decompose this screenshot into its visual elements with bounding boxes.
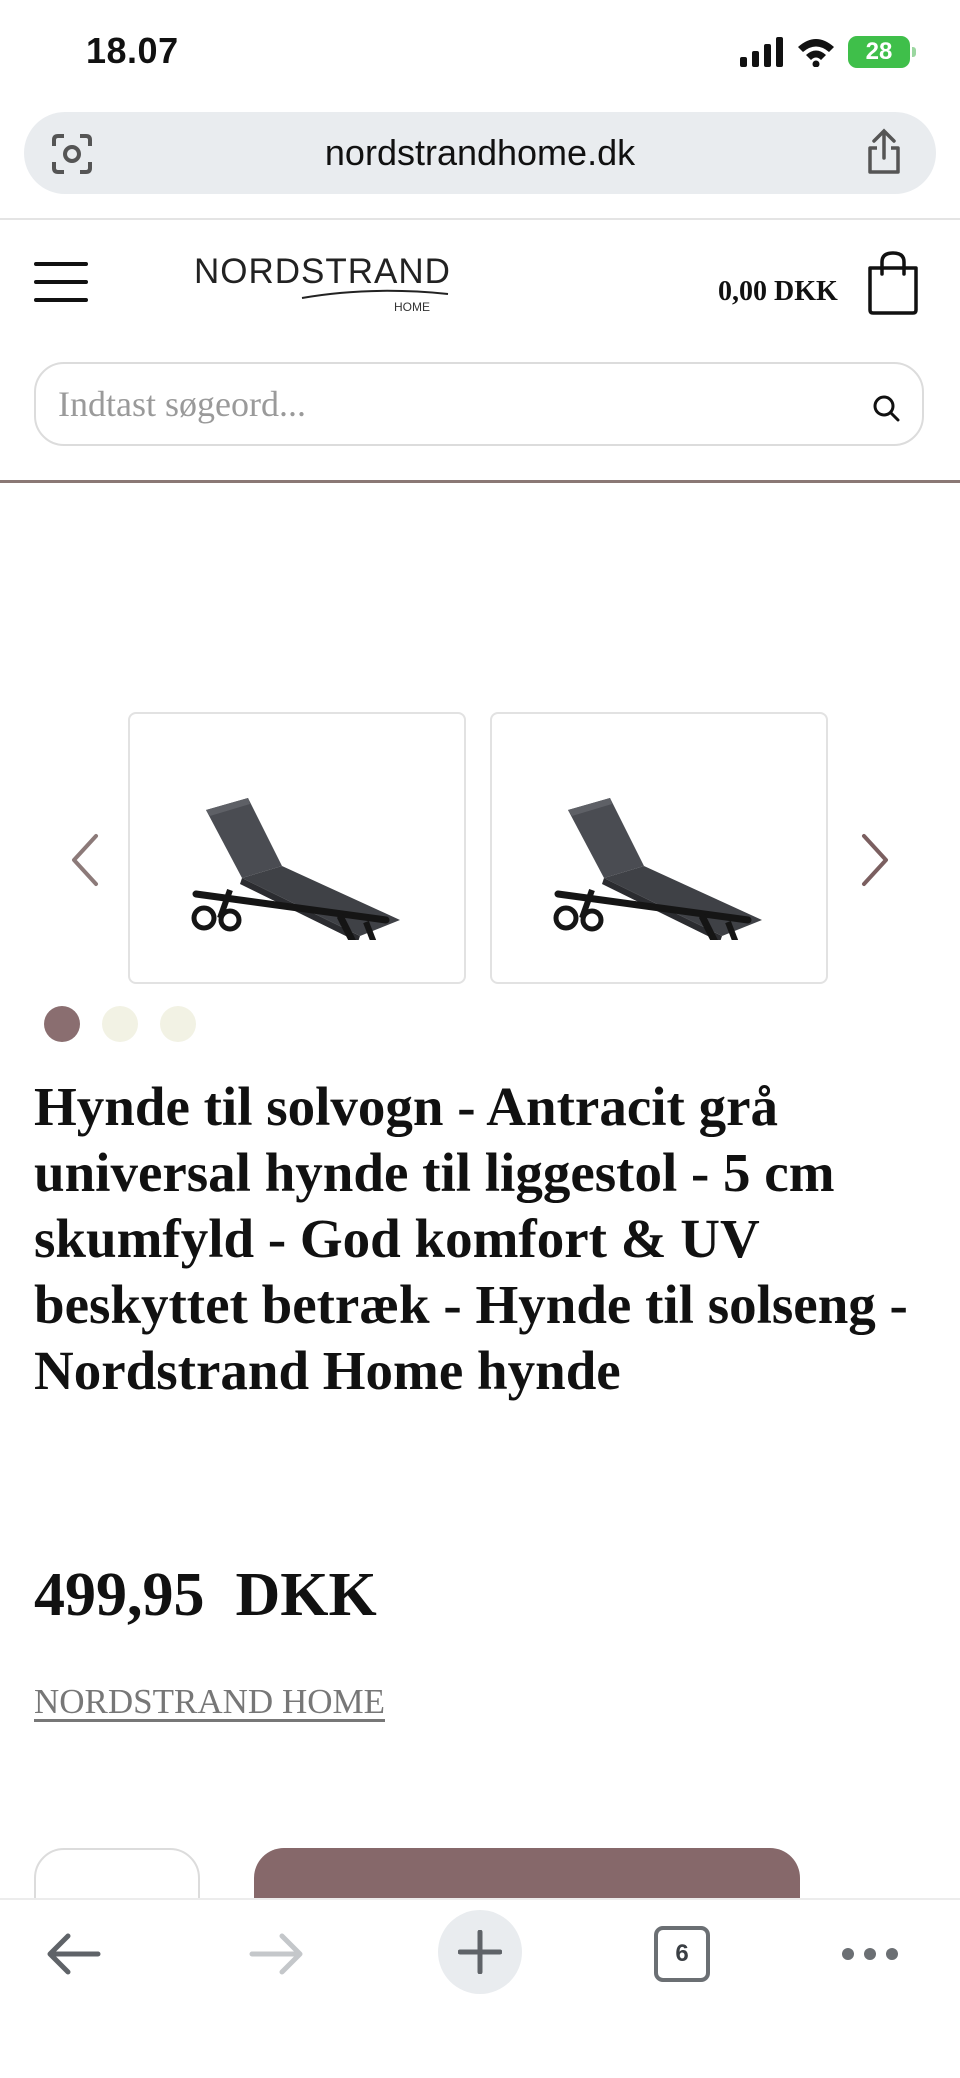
browser-toolbar: 6 — [0, 1898, 960, 2078]
status-icons: 28 — [740, 34, 916, 70]
site-logo[interactable]: NORDSTRAND HOME — [190, 248, 450, 320]
gallery-thumbnail[interactable] — [128, 712, 466, 984]
browser-divider — [0, 218, 960, 220]
battery-level: 28 — [865, 38, 893, 65]
hamburger-line — [34, 280, 88, 284]
wifi-icon — [798, 39, 834, 67]
gallery-pagination — [44, 1006, 196, 1042]
tabs-icon[interactable]: 6 — [654, 1926, 710, 1982]
menu-button[interactable] — [34, 262, 88, 306]
gallery-thumbnail[interactable] — [490, 712, 828, 984]
search-input[interactable] — [56, 374, 836, 434]
address-bar[interactable]: nordstrandhome.dk — [24, 112, 936, 194]
cart-total[interactable]: 0,00 DKK — [718, 276, 838, 308]
more-icon[interactable] — [842, 1948, 898, 1960]
search-icon[interactable] — [872, 394, 900, 422]
sun-lounger-image — [553, 798, 762, 940]
header-divider — [0, 480, 960, 483]
pagination-dot[interactable] — [160, 1006, 196, 1042]
share-icon[interactable] — [864, 128, 904, 176]
logo-wordmark: NORDSTRAND — [194, 252, 451, 291]
pagination-dot[interactable] — [102, 1006, 138, 1042]
hamburger-line — [34, 298, 88, 302]
back-icon[interactable] — [44, 1930, 102, 1978]
url-text[interactable]: nordstrandhome.dk — [24, 132, 936, 174]
plus-icon — [458, 1930, 502, 1974]
signal-icon — [740, 37, 783, 67]
new-tab-button[interactable] — [438, 1910, 522, 1994]
status-time: 18.07 — [86, 30, 179, 71]
status-bar: 18.07 28 — [0, 0, 960, 108]
logo-subtitle: HOME — [394, 300, 430, 314]
hamburger-line — [34, 262, 88, 266]
pagination-dot-active[interactable] — [44, 1006, 80, 1042]
gallery-next-icon[interactable] — [854, 830, 894, 890]
gallery-prev-icon[interactable] — [66, 830, 106, 890]
product-title: Hynde til solvogn - Antracit grå univers… — [34, 1076, 908, 1401]
battery-icon: 28 — [848, 36, 916, 68]
brand-link[interactable]: NORDSTRAND HOME — [34, 1682, 385, 1722]
more-dot — [864, 1948, 876, 1960]
product-price: 499,95 DKK — [34, 1561, 377, 1629]
forward-icon[interactable] — [248, 1930, 306, 1978]
more-dot — [842, 1948, 854, 1960]
more-dot — [886, 1948, 898, 1960]
search-box[interactable] — [34, 362, 924, 446]
sun-lounger-image — [191, 798, 400, 940]
shopping-bag-icon[interactable] — [866, 250, 920, 316]
